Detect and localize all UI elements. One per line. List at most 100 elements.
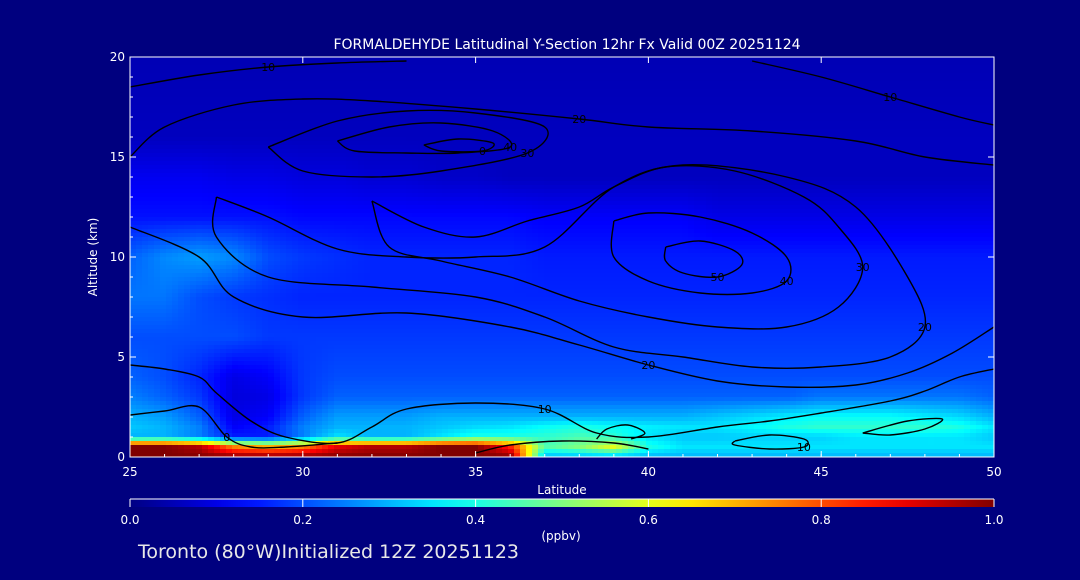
heat-cell bbox=[442, 125, 449, 130]
heat-cell bbox=[508, 69, 515, 74]
heat-cell bbox=[418, 81, 425, 86]
heat-cell bbox=[334, 133, 341, 138]
heat-cell bbox=[406, 105, 413, 110]
heat-cell bbox=[520, 57, 527, 62]
heat-cell bbox=[418, 141, 425, 146]
heat-cell bbox=[700, 189, 707, 194]
heat-cell bbox=[622, 157, 629, 162]
heat-cell bbox=[670, 109, 677, 114]
heat-cell bbox=[412, 145, 419, 150]
heat-cell bbox=[610, 93, 617, 98]
heat-cell bbox=[496, 101, 503, 106]
heat-cell bbox=[700, 61, 707, 66]
heat-cell bbox=[652, 177, 659, 182]
heat-cell bbox=[472, 81, 479, 86]
heat-cell bbox=[472, 69, 479, 74]
heat-cell bbox=[184, 93, 191, 98]
heat-cell bbox=[658, 105, 665, 110]
heat-cell bbox=[670, 85, 677, 90]
heat-cell bbox=[568, 81, 575, 86]
heat-cell bbox=[160, 69, 167, 74]
heat-cell bbox=[310, 109, 317, 114]
heat-cell bbox=[388, 97, 395, 102]
heat-cell bbox=[940, 173, 947, 178]
heat-cell bbox=[646, 129, 653, 134]
heat-cell bbox=[190, 161, 197, 166]
heat-cell bbox=[280, 61, 287, 66]
heat-cell bbox=[172, 97, 179, 102]
heat-cell bbox=[910, 109, 917, 114]
heat-cell bbox=[466, 117, 473, 122]
heat-cell bbox=[466, 145, 473, 150]
heat-cell bbox=[316, 165, 323, 170]
heat-cell bbox=[850, 177, 857, 182]
heat-cell bbox=[562, 133, 569, 138]
heat-cell bbox=[952, 173, 959, 178]
heat-cell bbox=[688, 117, 695, 122]
heat-cell bbox=[826, 141, 833, 146]
heat-cell bbox=[190, 69, 197, 74]
heat-cell bbox=[778, 153, 785, 158]
heat-cell bbox=[832, 109, 839, 114]
heat-cell bbox=[796, 61, 803, 66]
heat-cell bbox=[958, 189, 965, 194]
heat-cell bbox=[682, 169, 689, 174]
heat-cell bbox=[850, 57, 857, 62]
heat-cell bbox=[466, 85, 473, 90]
heat-cell bbox=[934, 65, 941, 70]
heat-cell bbox=[262, 77, 269, 82]
heat-cell bbox=[172, 141, 179, 146]
heat-cell bbox=[730, 93, 737, 98]
heat-cell bbox=[520, 81, 527, 86]
heat-cell bbox=[436, 85, 443, 90]
heat-cell bbox=[952, 189, 959, 194]
heat-cell bbox=[388, 189, 395, 194]
heat-cell bbox=[856, 113, 863, 118]
heat-cell bbox=[898, 137, 905, 142]
heat-cell bbox=[346, 57, 353, 62]
heat-cell bbox=[652, 161, 659, 166]
heat-cell bbox=[292, 113, 299, 118]
heat-cell bbox=[838, 109, 845, 114]
heat-cell bbox=[208, 157, 215, 162]
heat-cell bbox=[478, 133, 485, 138]
heat-cell bbox=[958, 137, 965, 142]
heat-cell bbox=[262, 165, 269, 170]
heat-cell bbox=[742, 149, 749, 154]
heat-cell bbox=[250, 125, 257, 130]
heat-cell bbox=[946, 121, 953, 126]
heat-cell bbox=[754, 133, 761, 138]
heat-cell bbox=[286, 185, 293, 190]
heat-cell bbox=[334, 189, 341, 194]
heat-cell bbox=[688, 141, 695, 146]
heat-cell bbox=[736, 101, 743, 106]
heat-cell bbox=[754, 81, 761, 86]
heat-cell bbox=[616, 177, 623, 182]
heat-cell bbox=[592, 153, 599, 158]
heat-cell bbox=[244, 157, 251, 162]
heat-cell bbox=[358, 105, 365, 110]
heat-cell bbox=[166, 129, 173, 134]
heat-cell bbox=[298, 137, 305, 142]
heat-cell bbox=[934, 173, 941, 178]
heat-cell bbox=[634, 181, 641, 186]
heat-cell bbox=[400, 145, 407, 150]
heat-cell bbox=[682, 57, 689, 62]
heat-cell bbox=[928, 61, 935, 66]
heat-cell bbox=[670, 173, 677, 178]
heat-cell bbox=[268, 117, 275, 122]
heat-cell bbox=[538, 85, 545, 90]
heat-cell bbox=[814, 69, 821, 74]
heat-cell bbox=[838, 89, 845, 94]
heat-cell bbox=[340, 169, 347, 174]
heat-cell bbox=[670, 181, 677, 186]
heat-cell bbox=[244, 89, 251, 94]
heat-cell bbox=[712, 85, 719, 90]
heat-cell bbox=[772, 101, 779, 106]
heat-cell bbox=[388, 117, 395, 122]
heat-cell bbox=[352, 73, 359, 78]
heat-cell bbox=[352, 105, 359, 110]
heat-cell bbox=[214, 81, 221, 86]
heat-cell bbox=[772, 161, 779, 166]
heat-cell bbox=[796, 109, 803, 114]
